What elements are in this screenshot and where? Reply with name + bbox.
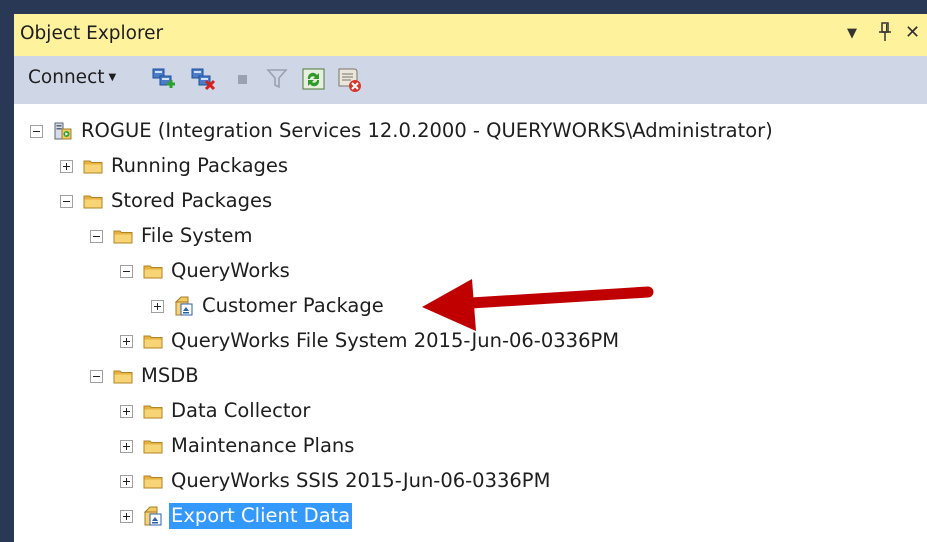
disconnect-server-icon[interactable] [190, 66, 216, 92]
chevron-down-icon: ▼ [108, 72, 117, 83]
tree-node-server[interactable]: ROGUE (Integration Services 12.0.2000 - … [30, 116, 775, 146]
tree-node-queryworks[interactable]: QueryWorks [120, 256, 292, 286]
tree-node-label: QueryWorks [171, 259, 290, 282]
tree-node-label: ROGUE (Integration Services 12.0.2000 - … [81, 119, 773, 142]
title-bar: Object Explorer ▼ ✕ [14, 14, 927, 56]
connect-label: Connect [28, 67, 105, 88]
tree-node-label: MSDB [141, 364, 199, 387]
tree-node-running-packages[interactable]: Running Packages [60, 151, 290, 181]
tree-node-label: Export Client Data [167, 502, 354, 530]
tree-node-label: QueryWorks File System 2015-Jun-06-0336P… [171, 329, 620, 352]
tree-node-maintenance-plans[interactable]: Maintenance Plans [120, 431, 356, 461]
folder-icon [143, 438, 163, 454]
folder-icon [113, 228, 133, 244]
expand-toggle[interactable] [60, 159, 73, 173]
connect-server-icon[interactable] [151, 66, 177, 92]
tree-node-label: Maintenance Plans [171, 434, 355, 457]
stop-icon[interactable] [230, 66, 256, 92]
panel-title: Object Explorer [20, 23, 164, 44]
tree-node-queryworks-ssis[interactable]: QueryWorks SSIS 2015-Jun-06-0336PM [120, 466, 552, 496]
tree-node-msdb[interactable]: MSDB [90, 361, 201, 391]
folder-icon [83, 193, 103, 209]
tree-node-label: QueryWorks SSIS 2015-Jun-06-0336PM [171, 469, 551, 492]
collapse-toggle[interactable] [120, 264, 133, 278]
expand-toggle[interactable] [120, 439, 133, 453]
refresh-icon[interactable] [301, 66, 327, 92]
tree-node-customer-package[interactable]: Customer Package [151, 291, 386, 321]
expand-toggle[interactable] [120, 404, 133, 418]
tree-node-stored-packages[interactable]: Stored Packages [60, 186, 274, 216]
tree-node-label: Stored Packages [111, 189, 273, 212]
expand-toggle[interactable] [120, 334, 133, 348]
folder-icon [83, 158, 103, 174]
collapse-toggle[interactable] [60, 194, 73, 208]
collapse-toggle[interactable] [90, 369, 103, 383]
expand-toggle[interactable] [151, 299, 164, 313]
collapse-toggle[interactable] [90, 229, 103, 243]
integration-services-server-icon [53, 121, 73, 141]
tree-view[interactable]: ROGUE (Integration Services 12.0.2000 - … [14, 104, 927, 542]
close-icon[interactable]: ✕ [905, 22, 920, 43]
tree-node-label: Running Packages [111, 154, 289, 177]
tree-node-queryworks-file-system[interactable]: QueryWorks File System 2015-Jun-06-0336P… [120, 326, 621, 356]
package-icon [174, 296, 194, 316]
tree-node-label: File System [141, 224, 253, 247]
connect-button[interactable]: Connect ▼ [28, 67, 116, 88]
folder-icon [143, 403, 163, 419]
tree-node-file-system[interactable]: File System [90, 221, 255, 251]
expand-toggle[interactable] [120, 474, 133, 488]
package-icon [143, 506, 163, 526]
folder-icon [143, 263, 163, 279]
toolbar: Connect ▼ [14, 56, 927, 104]
tree-node-label: Customer Package [202, 294, 384, 317]
tree-node-export-client-data[interactable]: Export Client Data [120, 501, 354, 531]
folder-icon [143, 333, 163, 349]
pin-icon[interactable] [878, 22, 892, 42]
window-position-dropdown-icon[interactable]: ▼ [847, 26, 857, 41]
tree-node-label: Data Collector [171, 399, 311, 422]
summary-report-icon[interactable] [334, 66, 361, 92]
object-explorer-panel: Object Explorer ▼ ✕ Connect ▼ ROGUE (Int… [14, 14, 927, 542]
collapse-toggle[interactable] [30, 124, 43, 138]
filter-icon[interactable] [265, 66, 291, 92]
expand-toggle[interactable] [120, 509, 133, 523]
tree-node-data-collector[interactable]: Data Collector [120, 396, 312, 426]
folder-icon [113, 368, 133, 384]
folder-icon [143, 473, 163, 489]
